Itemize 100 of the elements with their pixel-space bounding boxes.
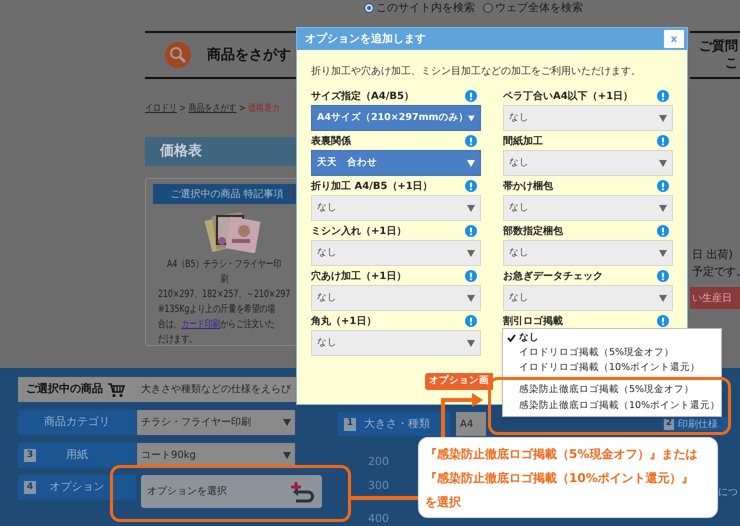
step-number: 1 xyxy=(344,418,356,430)
quantity-cell-text: 300 xyxy=(368,478,389,494)
shipping-text: 日 出荷) xyxy=(692,247,734,263)
field-label: 表裏関係 xyxy=(311,134,351,148)
note-text: だけます。 xyxy=(158,333,197,347)
dropdown-caret-icon xyxy=(467,294,475,302)
radio-button[interactable] xyxy=(364,3,374,14)
quantity-cell-text: 200 xyxy=(368,454,389,470)
dropdown-caret-icon xyxy=(467,340,475,346)
breadcrumb-separator: > xyxy=(238,102,246,116)
dropdown-option[interactable]: なし xyxy=(503,331,721,346)
option-dropdown[interactable]: なし xyxy=(503,240,673,266)
dropdown-caret-icon xyxy=(467,160,475,166)
option-dropdown[interactable]: なし xyxy=(311,285,481,311)
option-dropdown[interactable]: 天天 合わせ xyxy=(311,150,481,176)
info-icon[interactable] xyxy=(465,270,477,282)
help-text: こ xyxy=(725,55,738,72)
side-text: につ xyxy=(718,486,738,500)
dropdown-option[interactable]: イロドリロゴ掲載（5%現金オフ） xyxy=(503,346,721,361)
info-icon[interactable] xyxy=(657,315,669,327)
info-icon[interactable] xyxy=(657,90,669,102)
dropdown-caret-icon xyxy=(283,452,291,459)
step-number: 4 xyxy=(24,481,36,494)
info-icon[interactable] xyxy=(465,315,477,327)
option-dropdown[interactable]: なし xyxy=(311,195,481,221)
connector-arrow xyxy=(441,393,483,438)
row-label-text: 用紙 xyxy=(65,447,89,464)
field-label: 穴あけ加工（+1日） xyxy=(311,269,406,284)
dropdown-option[interactable]: 感染防止徹底ロゴ掲載（5%現金オフ） xyxy=(503,382,721,398)
dropdown-caret-icon xyxy=(467,250,475,256)
dropdown-option[interactable]: 感染防止徹底ロゴ掲載（10%ポイント還元） xyxy=(503,398,721,414)
dropdown-caret-icon xyxy=(283,419,291,426)
option-dropdown[interactable]: なし xyxy=(503,105,673,131)
option-dropdown[interactable]: A4サイズ（210×297mmのみ） xyxy=(311,105,481,131)
option-dropdown[interactable]: なし xyxy=(311,330,481,356)
info-icon[interactable] xyxy=(657,270,669,282)
product-name: 刷 xyxy=(220,273,228,287)
note-text: ※135Kgより上の斤量を希望の場 xyxy=(158,302,276,317)
card-header-text: ご選択中の商品 特記事項 xyxy=(170,188,284,202)
step-header: 2 印刷仕様 xyxy=(662,417,728,431)
callout-text: 『感染防止徹底ロゴ掲載（5%現金オフ）』または 『感染防止徹底ロゴ掲載（10%ポイント還元）』 を選択 xyxy=(425,446,698,510)
row-label-text: オプション xyxy=(48,479,106,496)
dropdown-caret-icon xyxy=(659,204,667,212)
info-icon[interactable] xyxy=(465,180,477,192)
row-label-text: 商品カテゴリ xyxy=(43,414,111,430)
option-dropdown[interactable]: なし xyxy=(503,285,673,311)
option-select-button[interactable]: オプションを選択 xyxy=(141,475,322,508)
quantity-cell: 400 xyxy=(368,511,389,526)
dropdown-caret-icon xyxy=(468,114,475,122)
breadcrumb-current: 価格表カ xyxy=(248,102,280,116)
field-label: 帯かけ梱包 xyxy=(503,180,553,194)
search-icon xyxy=(165,42,191,68)
field-label: 折り加工 A4/B5（+1日） xyxy=(311,180,433,194)
dropdown-caret-icon xyxy=(467,204,475,212)
radio-label: ウェブ全体を検索 xyxy=(495,0,583,16)
field-label: 部数指定梱包 xyxy=(503,224,563,238)
cart-icon xyxy=(107,382,125,398)
field-label: ミシン入れ（+1日） xyxy=(311,224,406,238)
help-text: ご質問 xyxy=(699,38,738,55)
field-label: 間紙加工 xyxy=(503,134,543,148)
step-number: 3 xyxy=(24,449,36,462)
step-header: 1 大きさ・種類 xyxy=(338,412,450,436)
field-label: サイズ指定（A4/B5） xyxy=(311,89,414,104)
alert-mark: ！ xyxy=(286,188,296,202)
step-number: 2 xyxy=(664,418,674,430)
dropdown-caret-icon xyxy=(659,294,667,302)
product-sizes: 210×297、182×257、～210×297 xyxy=(158,288,290,302)
panel-hint: 大きさや種類などの仕様をえらび xyxy=(141,382,291,397)
dropdown-caret-icon xyxy=(659,250,667,256)
dropdown-option[interactable]: イロドリロゴ掲載（10%ポイント還元） xyxy=(503,361,721,376)
radio-label: このサイト内を検索 xyxy=(376,0,475,16)
option-dropdown[interactable]: なし xyxy=(503,150,673,176)
option-dropdown[interactable]: なし xyxy=(503,195,673,221)
product-name: A4（B5）チラシ・フライヤー印 xyxy=(167,258,282,272)
size-dropdown[interactable]: A4 xyxy=(456,412,486,436)
info-icon[interactable] xyxy=(465,135,477,147)
field-label: お急ぎデータチェック xyxy=(503,270,603,284)
info-icon[interactable] xyxy=(657,180,669,192)
field-label: 角丸（+1日） xyxy=(311,314,376,328)
info-icon[interactable] xyxy=(657,135,669,147)
dropdown-caret-icon xyxy=(659,114,667,122)
shipping-text: 予定です。 xyxy=(692,264,740,280)
field-label: ペラ丁合いA4以下（+1日） xyxy=(503,90,634,104)
option-dropdown[interactable]: なし xyxy=(311,240,481,266)
info-icon[interactable] xyxy=(465,90,477,102)
note-text: からご注文いた xyxy=(220,318,275,332)
radio-button[interactable] xyxy=(483,3,493,14)
note-text: 合は、 xyxy=(158,318,182,332)
check-icon xyxy=(506,334,516,342)
notice-button[interactable]: い生産日 xyxy=(690,287,740,309)
dropdown-field[interactable]: チラシ・フライヤー印刷 xyxy=(137,410,295,435)
add-option-icon xyxy=(288,480,316,504)
info-icon[interactable] xyxy=(657,225,669,237)
dialog-title: オプションを追加します xyxy=(305,30,426,47)
info-icon[interactable] xyxy=(465,225,477,237)
dialog-description: 折り加工や穴あけ加工、ミシン目加工などの加工をご利用いただけます。 xyxy=(311,64,642,79)
field-label: 割引ロゴ掲載 xyxy=(503,314,563,328)
dropdown-caret-icon xyxy=(659,160,667,166)
breadcrumb-separator: > xyxy=(179,102,186,116)
panel-title: ご選択中の商品 xyxy=(26,381,103,398)
